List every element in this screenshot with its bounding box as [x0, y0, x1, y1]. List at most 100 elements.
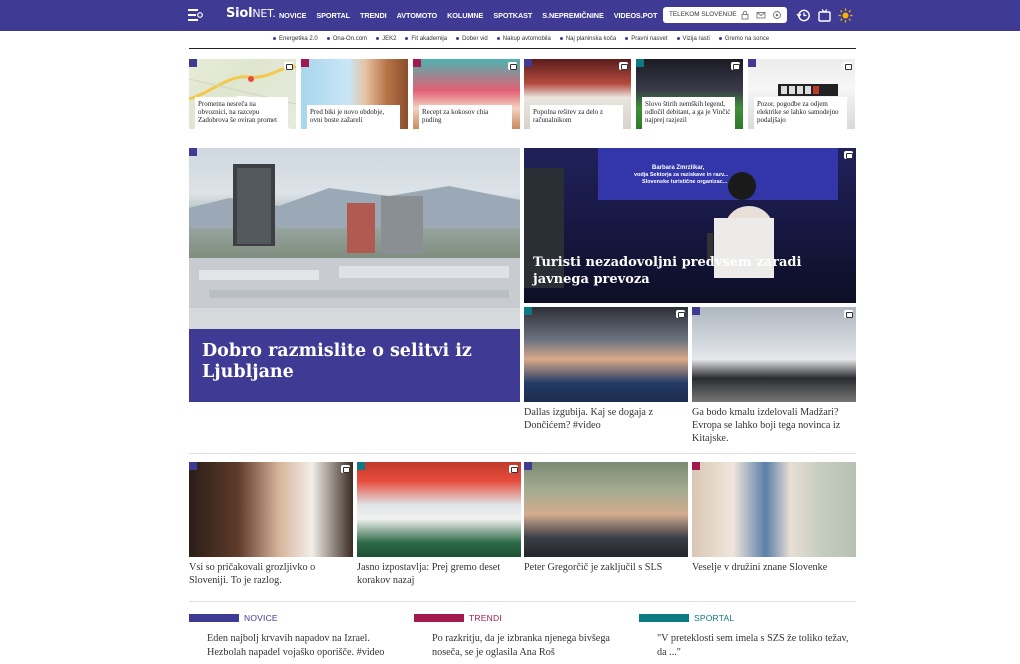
section-story[interactable]: Eden najbolj krvavih napadov na Izrael. … — [207, 632, 407, 659]
thumb-article[interactable]: Slovo štirih nemških legend, odločil deb… — [636, 59, 743, 129]
card-title: Dallas izgubija. Kaj se dogaja z Dončiće… — [524, 407, 653, 431]
lead-headline: Dobro razmislite o selitvi iz Ljubljane — [189, 329, 520, 402]
menu-icon[interactable] — [188, 9, 203, 21]
card-title: Jasno izpostavlja: Prej gremo deset kora… — [357, 562, 501, 586]
topic-strip: Energetika 2.0 Ona-On.com JEK2 Fit akade… — [273, 36, 769, 42]
nav-item-spotkast[interactable]: SPOTKAST — [493, 11, 532, 20]
nav-item-avtomoto[interactable]: AVTOMOTO — [397, 11, 438, 20]
gear-icon[interactable] — [772, 10, 782, 20]
topic-link[interactable]: Vizija rasti — [677, 36, 710, 42]
topic-link[interactable]: Pravni nasvet — [625, 36, 667, 42]
ski-jumper-image — [357, 462, 521, 557]
article-card[interactable]: Ga bodo kmalu izdelovali Madžari? Evropa… — [692, 307, 856, 445]
nav-item-snepremicnine[interactable]: S.NEPREMIČNINE — [542, 11, 604, 20]
article-card[interactable]: Jasno izpostavlja: Prej gremo deset kora… — [357, 462, 521, 587]
category-marker — [413, 59, 421, 67]
section-bar — [189, 614, 239, 622]
category-marker — [189, 148, 197, 156]
category-marker — [636, 59, 644, 67]
section-story[interactable]: Po razkritju, da je izbranka njenega biv… — [432, 632, 632, 659]
category-marker — [189, 462, 197, 470]
lock-icon[interactable] — [740, 10, 750, 20]
category-marker — [357, 462, 365, 470]
topic-link[interactable]: Energetika 2.0 — [273, 36, 318, 42]
thumb-caption: Pred biki je novo obdobje, ovni boste za… — [307, 105, 400, 129]
article-card[interactable]: Veselje v družini znane Slovenke — [692, 462, 856, 574]
section-story[interactable]: "V preteklosti sem imela s SZS že toliko… — [657, 632, 857, 659]
category-marker — [524, 59, 532, 67]
sun-icon[interactable] — [838, 8, 853, 23]
gallery-icon — [619, 62, 628, 70]
section-title[interactable]: TRENDI — [469, 613, 502, 623]
thumb-article[interactable]: Pred biki je novo obdobje, ovni boste za… — [301, 59, 408, 129]
gallery-icon — [341, 465, 350, 473]
category-marker — [524, 462, 532, 470]
card-title: Peter Gregorčič je zaključil s SLS — [524, 562, 663, 573]
category-marker — [301, 59, 309, 67]
article-card[interactable]: Dallas izgubija. Kaj se dogaja z Dončiće… — [524, 307, 688, 432]
basketball-image — [524, 307, 688, 402]
mail-icon[interactable] — [756, 10, 766, 20]
thumb-article[interactable]: Prometna nesreča na obvoznici, na razcep… — [189, 59, 296, 129]
thumb-caption: Recept za kokosov chia puding — [419, 105, 512, 129]
category-marker — [692, 462, 700, 470]
logo-main: Siol — [226, 6, 253, 21]
gallery-icon — [844, 310, 853, 318]
gallery-icon — [731, 62, 740, 70]
category-marker — [524, 307, 532, 315]
nav-item-sportal[interactable]: SPORTAL — [316, 11, 350, 20]
screen-title: Barbara Zmrzlikar, — [652, 165, 705, 171]
section-bar — [639, 614, 689, 622]
feature-article[interactable]: Barbara Zmrzlikar, vodja Sektorja za raz… — [524, 148, 856, 303]
man-portrait-image — [524, 462, 688, 557]
top-navigation-bar: SiolNET. NOVICE SPORTAL TRENDI AVTOMOTO … — [0, 0, 1020, 31]
article-card[interactable]: Vsi so pričakovali grozljivko o Slovenij… — [189, 462, 353, 587]
car-image — [692, 307, 856, 402]
topic-link[interactable]: JEK2 — [376, 36, 396, 42]
telekom-search-box[interactable]: TELEKOM SLOVENIJE — [663, 7, 787, 23]
thumb-caption: Prometna nesreča na obvoznici, na razcep… — [195, 97, 288, 129]
history-icon[interactable] — [796, 8, 811, 23]
category-marker — [748, 59, 756, 67]
category-marker — [692, 307, 700, 315]
card-title: Vsi so pričakovali grozljivko o Slovenij… — [189, 562, 316, 586]
topic-link[interactable]: Ona-On.com — [327, 36, 367, 42]
article-card[interactable]: Peter Gregorčič je zaključil s SLS — [524, 462, 688, 574]
video-icon — [844, 151, 853, 159]
gallery-icon — [843, 62, 852, 70]
nav-item-novice[interactable]: NOVICE — [279, 11, 306, 20]
section-title[interactable]: SPORTAL — [694, 613, 734, 623]
video-icon — [676, 310, 685, 318]
lead-article[interactable]: Dobro razmislite o selitvi iz Ljubljane — [189, 148, 520, 402]
section-bar — [414, 614, 464, 622]
woman-portrait-image — [189, 462, 353, 557]
pregnant-woman-image — [692, 462, 856, 557]
screen-subtitle: vodja Sektorja za raziskave in razv... — [634, 172, 729, 178]
thumb-article[interactable]: Recept za kokosov chia puding — [413, 59, 520, 129]
feature-headline: Turisti nezadovoljni predvsem zaradi jav… — [533, 255, 802, 287]
section-title[interactable]: NOVICE — [244, 613, 278, 623]
nav-item-kolumne[interactable]: KOLUMNE — [447, 11, 483, 20]
topic-link[interactable]: Naj planinska koča — [560, 36, 616, 42]
thumb-caption: Slovo štirih nemških legend, odločil deb… — [642, 97, 735, 129]
tv-icon[interactable] — [817, 8, 832, 23]
thumb-article[interactable]: Pozor, pogodbe za odjem elektrike se lah… — [748, 59, 855, 129]
topic-link[interactable]: Fit akademija — [405, 36, 447, 42]
nav-item-trendi[interactable]: TRENDI — [360, 11, 387, 20]
topic-link[interactable]: Dober vid — [456, 36, 488, 42]
thumb-article[interactable]: Popolna rešitev za delo z računalnikom — [524, 59, 631, 129]
telekom-label: TELEKOM SLOVENIJE — [669, 11, 737, 18]
section-divider — [189, 453, 856, 454]
nav-item-videospot[interactable]: VIDEOS.POT — [614, 11, 658, 20]
logo-suffix: NET. — [252, 7, 276, 20]
thumb-caption: Pozor, pogodbe za odjem elektrike se lah… — [754, 97, 847, 129]
thumb-caption: Popolna rešitev za delo z računalnikom — [530, 105, 623, 129]
topic-link[interactable]: Nakup avtomobila — [497, 36, 551, 42]
site-logo[interactable]: SiolNET. — [226, 6, 276, 21]
category-marker — [189, 59, 197, 67]
topic-link[interactable]: Gremo na sonce — [719, 36, 769, 42]
main-nav: NOVICE SPORTAL TRENDI AVTOMOTO KOLUMNE S… — [279, 11, 657, 20]
header-divider — [189, 48, 856, 49]
gallery-icon — [509, 465, 518, 473]
card-title: Veselje v družini znane Slovenke — [692, 562, 828, 573]
